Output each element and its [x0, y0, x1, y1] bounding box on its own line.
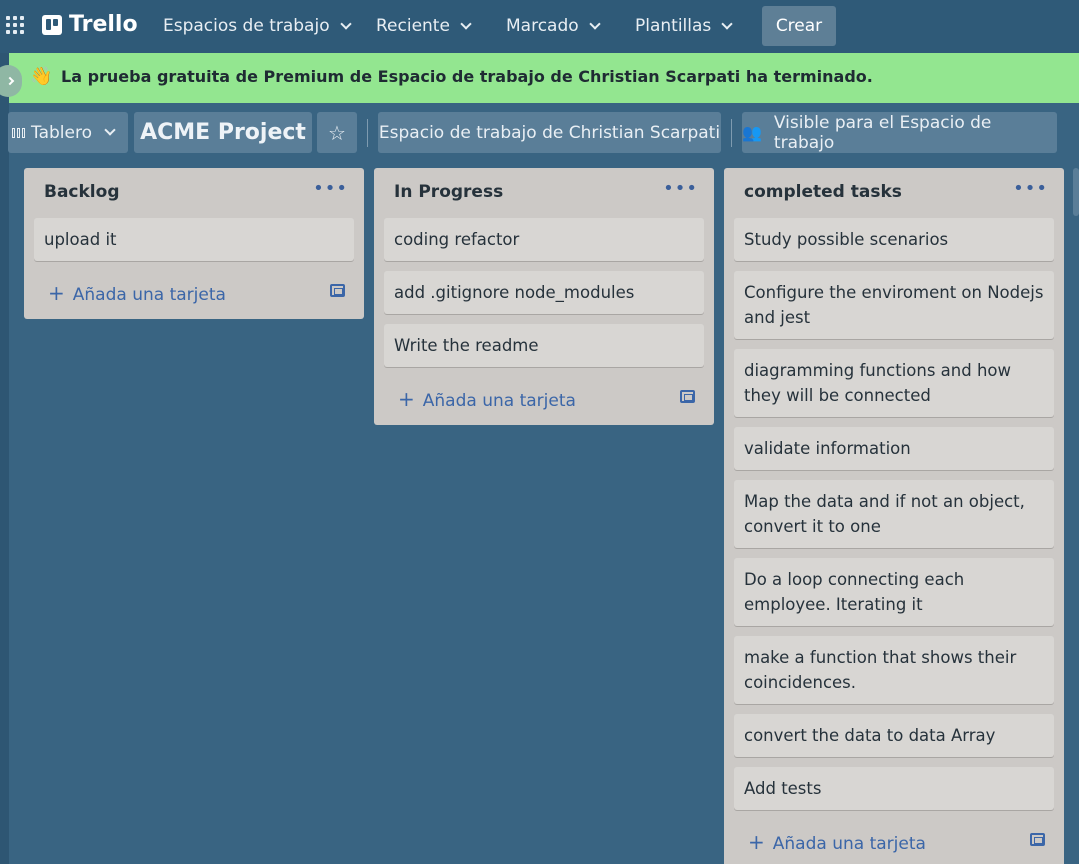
card-template-icon[interactable] [330, 284, 345, 297]
chevron-down-icon [460, 17, 472, 30]
card[interactable]: Study possible scenarios [734, 218, 1054, 261]
add-card-row: + Añada una tarjeta [374, 375, 714, 425]
card-template-icon[interactable] [1030, 833, 1045, 846]
card[interactable]: Configure the enviroment on Nodejs and j… [734, 271, 1054, 339]
sidebar-collapsed-strip [0, 53, 9, 864]
app-switcher-icon[interactable] [6, 16, 24, 34]
visibility-button[interactable]: 👥 Visible para el Espacio de trabajo [742, 112, 1057, 153]
board-title[interactable]: ACME Project [134, 112, 312, 153]
card[interactable]: Write the readme [384, 324, 704, 367]
board-view-label: Tablero [31, 122, 92, 143]
card[interactable]: Map the data and if not an object, conve… [734, 480, 1054, 548]
banner-message: La prueba gratuita de Premium de Espacio… [61, 67, 873, 86]
list-menu-icon[interactable]: ••• [313, 178, 348, 199]
nav-templates-label: Plantillas [635, 16, 712, 36]
nav-recent-menu[interactable]: Reciente [376, 11, 472, 41]
add-card-label: Añada una tarjeta [422, 391, 576, 411]
trello-logo-icon [42, 14, 62, 35]
card[interactable]: convert the data to data Array [734, 714, 1054, 757]
card[interactable]: diagramming functions and how they will … [734, 349, 1054, 417]
list-backlog: Backlog ••• upload it + Añada una tarjeta [24, 168, 364, 319]
star-board-button[interactable]: ☆ [317, 112, 357, 153]
star-icon: ☆ [328, 120, 346, 145]
trello-logo[interactable]: Trello [42, 12, 138, 37]
card[interactable]: add .gitignore node_modules [384, 271, 704, 314]
nav-starred-label: Marcado [506, 16, 579, 36]
card[interactable]: upload it [34, 218, 354, 261]
header-divider [367, 119, 368, 147]
nav-templates-menu[interactable]: Plantillas [635, 11, 733, 41]
card[interactable]: Do a loop connecting each employee. Iter… [734, 558, 1054, 626]
list-in-progress: In Progress ••• coding refactor add .git… [374, 168, 714, 425]
visibility-label: Visible para el Espacio de trabajo [773, 112, 992, 153]
list-menu-icon[interactable]: ••• [1013, 178, 1048, 199]
card[interactable]: Add tests [734, 767, 1054, 810]
top-navigation: Trello Espacios de trabajo Reciente Marc… [0, 0, 1079, 53]
chevron-down-icon [589, 17, 601, 30]
list-header: In Progress ••• [374, 168, 714, 218]
create-button[interactable]: Crear [762, 6, 836, 46]
list-title[interactable]: Backlog [44, 182, 120, 202]
chevron-down-icon [721, 17, 733, 30]
list-header: completed tasks ••• [724, 168, 1064, 218]
board-view-icon [12, 127, 25, 138]
add-card-button[interactable]: + Añada una tarjeta [48, 281, 226, 305]
card[interactable]: make a function that shows their coincid… [734, 636, 1054, 704]
board-view-switcher[interactable]: Tablero [8, 112, 128, 153]
chevron-down-icon [339, 17, 352, 30]
add-card-button[interactable]: + Añada una tarjeta [398, 387, 576, 411]
add-card-row: + Añada una tarjeta [724, 818, 1064, 864]
header-divider [731, 119, 732, 147]
card-template-icon[interactable] [680, 390, 695, 403]
card[interactable]: validate information [734, 427, 1054, 470]
card[interactable]: coding refactor [384, 218, 704, 261]
list-completed-tasks: completed tasks ••• Study possible scena… [724, 168, 1064, 864]
list-menu-icon[interactable]: ••• [663, 178, 698, 199]
add-card-row: + Añada una tarjeta [24, 269, 364, 319]
chevron-down-icon [104, 124, 116, 136]
add-card-label: Añada una tarjeta [772, 834, 926, 854]
add-card-button[interactable]: + Añada una tarjeta [748, 830, 926, 854]
next-list-edge [1073, 168, 1079, 216]
plus-icon: + [48, 281, 65, 305]
nav-recent-label: Reciente [376, 16, 450, 36]
plus-icon: + [748, 830, 765, 854]
nav-workspaces-label: Espacios de trabajo [163, 16, 330, 36]
trello-logo-text: Trello [69, 12, 138, 37]
nav-starred-menu[interactable]: Marcado [506, 11, 601, 41]
list-title[interactable]: completed tasks [744, 182, 902, 202]
chevron-right-icon [5, 76, 15, 86]
workspace-button[interactable]: Espacio de trabajo de Christian Scarpati [378, 112, 721, 153]
list-header: Backlog ••• [24, 168, 364, 218]
list-title[interactable]: In Progress [394, 182, 503, 202]
nav-workspaces-menu[interactable]: Espacios de trabajo [163, 11, 352, 41]
people-icon: 👥 [742, 123, 762, 142]
waving-hand-icon: 👋 [30, 66, 53, 87]
plus-icon: + [398, 387, 415, 411]
add-card-label: Añada una tarjeta [72, 285, 226, 305]
